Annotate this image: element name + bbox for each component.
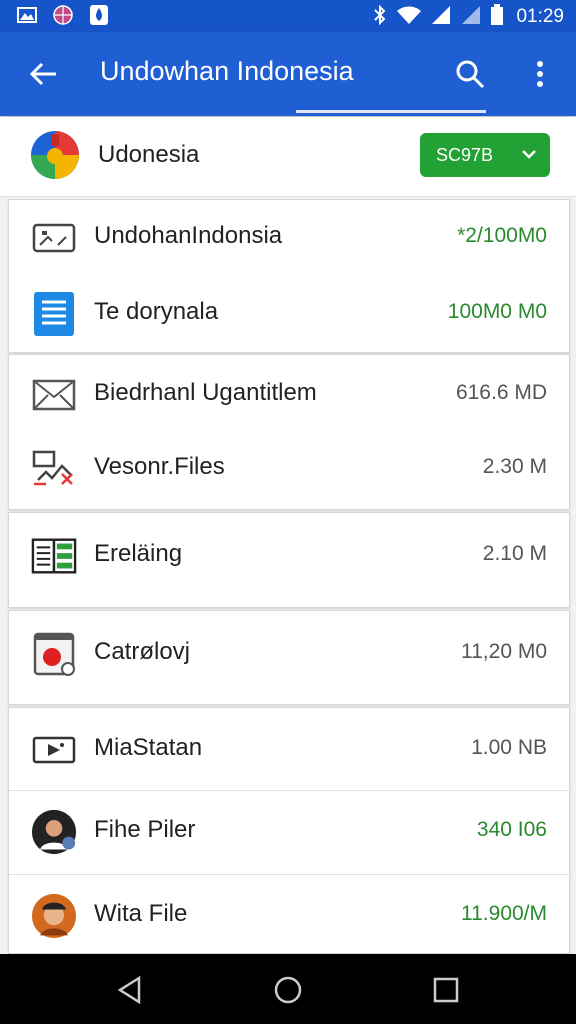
status-time: 01:29 [516,6,564,27]
app-bar: Undowhan Indonesia [0,32,576,116]
battery-icon [490,4,504,30]
media-icon [31,729,77,771]
divider [9,790,569,791]
list-item-label: Catrølovj [94,638,191,665]
account-row[interactable]: Udonesia SC97B [0,117,576,197]
spreadsheet-icon [31,535,77,577]
list-item[interactable]: Fihe Piler 340 I06 [9,794,569,868]
list-item-label: Fihe Piler [94,816,196,843]
list-item[interactable]: Vesonr.Files 2.30 M [9,431,569,505]
system-nav-bar [0,954,576,1024]
signal-icon [460,5,482,29]
list-item-size: 340 I06 [476,818,547,841]
status-bar: 01:29 [0,0,576,32]
list-item-size: 11.900/M [461,902,547,925]
list-item[interactable]: Wita File 11.900/M [9,878,569,952]
more-vert-icon[interactable] [522,54,558,94]
record-icon [31,632,77,676]
chevron-down-icon [520,145,538,168]
section-card: Ereläing 2.10 M [8,512,570,608]
list-item-size: 2.30 M [482,455,547,478]
search-icon[interactable] [450,54,490,94]
page-title: Undowhan Indonesia [100,56,354,86]
list-item-size: 100M0 M0 [447,300,547,323]
avatar-icon [31,809,77,855]
list-item-size: 1.00 NB [471,736,547,759]
section-card: Biedrhanl Ugantitlem 616.6 MD Vesonr.Fil… [8,354,570,510]
account-logo-icon [30,130,80,180]
signal-icon [430,5,452,29]
list-item-label: Wita File [94,900,188,927]
list-item[interactable]: Ereläing 2.10 M [9,518,569,592]
section-card: UndohanIndonsia *2/100M0 Te dorynala 100… [8,199,570,353]
list-item-label: Te dorynala [94,298,219,325]
list-item-size: *2/100M0 [457,224,547,247]
list-item[interactable]: Te dorynala 100M0 M0 [9,276,569,350]
list-item-label: Vesonr.Files [94,453,225,480]
list-item-size: 616.6 MD [455,381,547,404]
water-drop-icon [88,4,110,26]
section-card: MiaStatan 1.00 NB Fihe Piler 340 I06 Wit… [8,707,570,954]
account-chip-button[interactable]: SC97B [420,133,550,177]
nav-back-icon[interactable] [110,972,150,1008]
nav-recents-icon[interactable] [426,972,466,1008]
globe-icon [52,4,74,26]
avatar-icon [31,893,77,939]
wifi-icon [396,5,422,29]
nav-home-icon[interactable] [268,972,308,1008]
list-item[interactable]: Biedrhanl Ugantitlem 616.6 MD [9,357,569,431]
mail-icon [31,374,77,416]
bluetooth-icon [372,4,388,29]
list-item-size: 11,20 M0 [461,640,547,663]
list-item[interactable]: Catrølovj 11,20 M0 [9,616,569,690]
image-notification-icon [16,4,38,26]
image-icon [31,217,77,259]
list-item-label: UndohanIndonsia [94,222,283,249]
arrow-back-icon[interactable] [24,54,64,94]
section-card: Catrølovj 11,20 M0 [8,610,570,705]
account-chip-label: SC97B [436,144,494,165]
list-item[interactable]: MiaStatan 1.00 NB [9,712,569,786]
divider [9,874,569,875]
tab-indicator [296,110,486,113]
list-item-label: Biedrhanl Ugantitlem [94,379,317,406]
list-item-size: 2.10 M [482,542,547,565]
list-item-label: Ereläing [94,540,183,567]
list-item-label: MiaStatan [94,734,203,761]
document-icon [31,292,77,336]
list-item[interactable]: UndohanIndonsia *2/100M0 [9,200,569,274]
files-icon [31,448,77,490]
account-name: Udonesia [98,141,200,168]
